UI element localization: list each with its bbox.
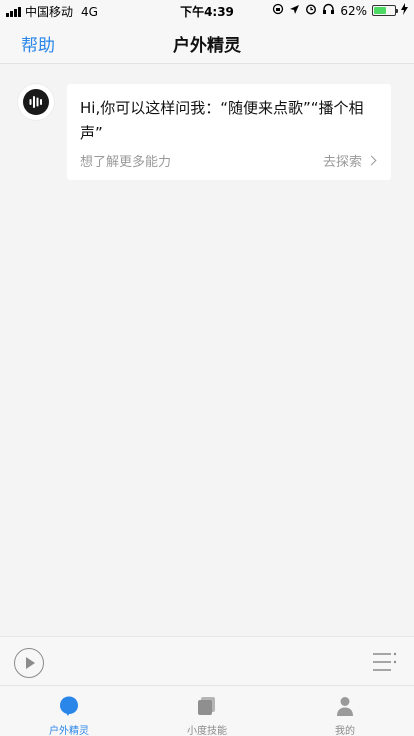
charging-bolt-icon	[401, 3, 408, 18]
voice-wave-icon	[23, 89, 49, 115]
rotation-lock-icon	[272, 3, 284, 18]
battery-fill	[374, 7, 387, 14]
chevron-right-icon	[366, 155, 377, 166]
page-title: 户外精灵	[173, 36, 241, 56]
battery-percent: 62%	[340, 3, 367, 18]
tab-mine[interactable]: 我的	[276, 687, 414, 736]
assistant-avatar	[18, 84, 54, 120]
player-bar	[0, 636, 414, 686]
cards-icon	[198, 697, 215, 715]
playlist-icon	[373, 652, 397, 671]
location-arrow-icon	[289, 4, 300, 18]
tab-label: 我的	[335, 726, 355, 736]
explore-link[interactable]: 去探索	[322, 151, 377, 170]
bubble-icon	[60, 696, 78, 716]
status-right: 62%	[272, 3, 408, 18]
app-screen: 中国移动 4G 下午4:39 62% 帮助 户外精灵 Hi,你可以这样问我：“随…	[0, 0, 414, 736]
greeting-text: Hi,你可以这样问我：“随便来点歌”“播个相声”	[80, 99, 364, 142]
more-abilities-label: 想了解更多能力	[80, 155, 172, 170]
alarm-icon	[305, 3, 317, 18]
tab-bar: 户外精灵 小度技能 我的	[0, 687, 414, 736]
tab-outdoor-assistant[interactable]: 户外精灵	[0, 687, 138, 736]
more-abilities-row: 想了解更多能力 去探索	[80, 151, 377, 171]
battery-icon	[372, 5, 398, 16]
explore-label: 去探索	[322, 155, 362, 170]
person-icon	[337, 697, 353, 716]
greeting-bubble: Hi,你可以这样问我：“随便来点歌”“播个相声” 想了解更多能力 去探索	[67, 84, 391, 180]
tab-skills[interactable]: 小度技能	[138, 687, 276, 736]
playlist-button[interactable]	[372, 651, 398, 673]
nav-bar: 帮助 户外精灵	[0, 20, 414, 64]
tab-label: 小度技能	[187, 726, 227, 736]
play-button[interactable]	[14, 648, 44, 678]
headphones-icon	[322, 3, 335, 18]
tab-label: 户外精灵	[49, 726, 89, 736]
status-bar: 中国移动 4G 下午4:39 62%	[0, 0, 414, 20]
